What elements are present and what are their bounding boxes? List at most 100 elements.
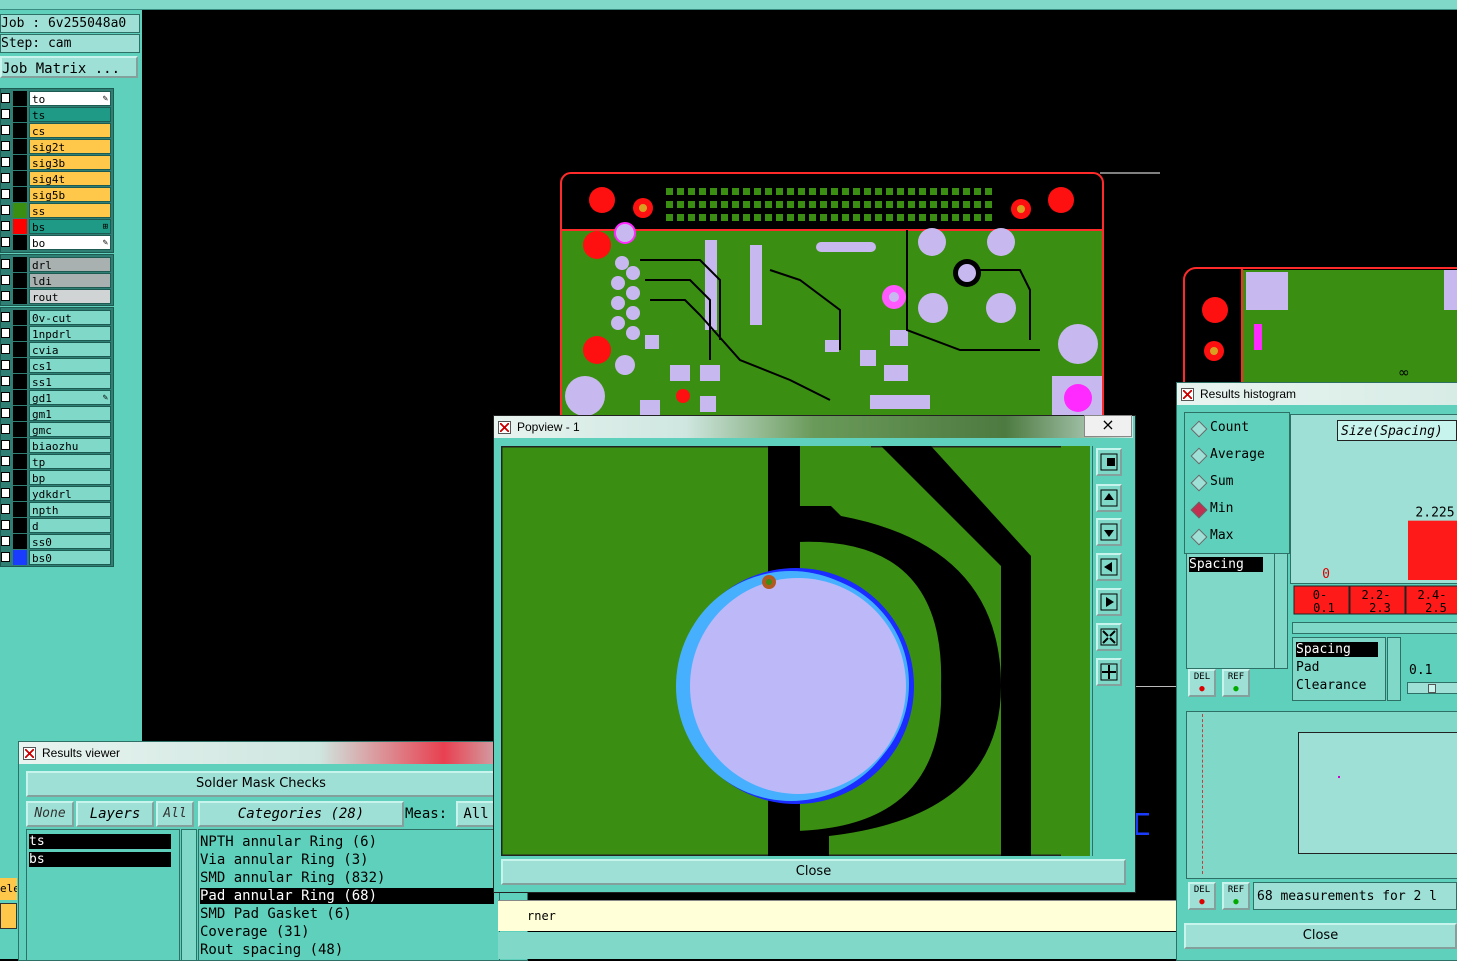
layer-row-drl[interactable]: drl — [1, 257, 113, 272]
layer-name[interactable]: ts — [29, 107, 111, 122]
layer-row-ts[interactable]: ts — [1, 107, 113, 122]
layer-color-swatch[interactable] — [13, 187, 27, 202]
layer-name[interactable]: sig3b — [29, 155, 111, 170]
layer-checkbox[interactable] — [1, 275, 10, 285]
layer-checkbox[interactable] — [1, 344, 10, 354]
layer-color-swatch[interactable] — [13, 235, 27, 250]
layer-color-swatch[interactable] — [13, 91, 27, 106]
layer-row-gm1[interactable]: gm1 — [1, 406, 113, 421]
layer-checkbox[interactable] — [1, 456, 10, 466]
type-list-item[interactable]: Spacing — [1296, 642, 1378, 657]
meas-all-button[interactable]: All — [456, 801, 496, 827]
layer-color-swatch[interactable] — [13, 155, 27, 170]
layer-row-to[interactable]: to ✎ — [1, 91, 113, 106]
layer-checkbox[interactable] — [1, 472, 10, 482]
layer-row-npth[interactable]: npth — [1, 502, 113, 517]
layer-row-ss0[interactable]: ss0 — [1, 534, 113, 549]
layer-row-cs1[interactable]: cs1 — [1, 358, 113, 373]
layers-all-button[interactable]: All — [156, 801, 194, 827]
category-list-item[interactable]: NPTH annular Ring (6) — [200, 834, 494, 850]
layer-row-sig4t[interactable]: sig4t — [1, 171, 113, 186]
category-list-item[interactable]: Via annular Ring (3) — [200, 852, 494, 868]
layer-name[interactable]: gd1 ✎ — [29, 390, 111, 405]
layer-name[interactable]: ss0 — [29, 534, 111, 549]
type-list-scrollbar[interactable] — [1387, 637, 1401, 701]
layer-color-swatch[interactable] — [13, 406, 27, 421]
layer-color-swatch[interactable] — [13, 289, 27, 304]
histogram-close-button[interactable]: Close — [1184, 923, 1457, 949]
radio-indicator[interactable] — [1190, 447, 1208, 465]
layer-name[interactable]: 0v-cut — [29, 310, 111, 325]
type-list-item[interactable]: Pad — [1296, 660, 1378, 675]
layer-row-bs0[interactable]: bs0 — [1, 550, 113, 565]
pcb-board-right[interactable]: ∞ — [1180, 262, 1457, 392]
layer-name[interactable]: biaozhu — [29, 438, 111, 453]
ref-button-2[interactable]: REF ● — [1222, 882, 1250, 910]
layer-row-d[interactable]: d — [1, 518, 113, 533]
layer-checkbox[interactable] — [1, 392, 10, 402]
layer-row-gd1[interactable]: gd1 ✎ — [1, 390, 113, 405]
ref-button[interactable]: REF ● — [1222, 669, 1250, 697]
layer-color-swatch[interactable] — [13, 273, 27, 288]
categories-button[interactable]: Categories (28) — [198, 801, 404, 827]
layer-name[interactable]: bs ⊞ — [29, 219, 111, 234]
layer-row-sig2t[interactable]: sig2t — [1, 139, 113, 154]
type-list-item[interactable]: Clearance — [1296, 678, 1378, 693]
layer-color-swatch[interactable] — [13, 374, 27, 389]
layer-color-swatch[interactable] — [13, 171, 27, 186]
layer-row-biaozhu[interactable]: biaozhu — [1, 438, 113, 453]
layer-color-swatch[interactable] — [13, 123, 27, 138]
layer-checkbox[interactable] — [1, 109, 10, 119]
layer-row-sig5b[interactable]: sig5b — [1, 187, 113, 202]
layer-name[interactable]: gmc — [29, 422, 111, 437]
category-list-item[interactable]: Rout spacing (48) — [200, 942, 494, 958]
del-button-2[interactable]: DEL ● — [1188, 882, 1216, 910]
layer-row-bp[interactable]: bp — [1, 470, 113, 485]
layers-scrollbar[interactable] — [181, 829, 197, 961]
layer-checkbox[interactable] — [1, 259, 10, 269]
layer-name[interactable]: sig4t — [29, 171, 111, 186]
layer-row-bo[interactable]: bo ✎ — [1, 235, 113, 250]
pan-down-icon[interactable] — [1096, 518, 1122, 546]
mode-radio-average[interactable]: Average — [1190, 445, 1286, 465]
layer-color-swatch[interactable] — [13, 502, 27, 517]
layer-checkbox[interactable] — [1, 552, 10, 562]
layer-name[interactable]: cvia — [29, 342, 111, 357]
layer-row-ydkdrl[interactable]: ydkdrl — [1, 486, 113, 501]
layer-checkbox[interactable] — [1, 157, 10, 167]
layer-checkbox[interactable] — [1, 504, 10, 514]
layer-checkbox[interactable] — [1, 205, 10, 215]
layer-row-ss1[interactable]: ss1 — [1, 374, 113, 389]
mode-radio-min[interactable]: Min — [1190, 499, 1286, 519]
layer-name[interactable]: bp — [29, 470, 111, 485]
category-list-item[interactable]: Pad annular Ring (68) — [200, 888, 494, 904]
pan-right-icon[interactable] — [1096, 588, 1122, 616]
layer-color-swatch[interactable] — [13, 139, 27, 154]
partial-left-button[interactable]: ele — [0, 878, 17, 900]
histogram-bars[interactable]: 00-0.12.2252.2-2.32.4192.4-2.5 — [1290, 440, 1457, 620]
popview-titlebar[interactable]: Popview - 1 — [494, 416, 1133, 438]
layer-name[interactable]: npth — [29, 502, 111, 517]
del-button[interactable]: DEL ● — [1188, 669, 1216, 697]
layer-checkbox[interactable] — [1, 173, 10, 183]
layer-checkbox[interactable] — [1, 408, 10, 418]
layer-row-cvia[interactable]: cvia — [1, 342, 113, 357]
layer-name[interactable]: cs — [29, 123, 111, 138]
layer-checkbox[interactable] — [1, 328, 10, 338]
layer-name[interactable]: ss1 — [29, 374, 111, 389]
layer-checkbox[interactable] — [1, 376, 10, 386]
layer-color-swatch[interactable] — [13, 390, 27, 405]
layer-name[interactable]: ldi — [29, 273, 111, 288]
layer-checkbox[interactable] — [1, 360, 10, 370]
layer-color-swatch[interactable] — [13, 257, 27, 272]
layer-list-item[interactable]: ts — [29, 834, 171, 849]
mode-radio-max[interactable]: Max — [1190, 526, 1286, 546]
layer-color-swatch[interactable] — [13, 358, 27, 373]
layer-color-swatch[interactable] — [13, 422, 27, 437]
measure-list-item[interactable]: Spacing — [1189, 557, 1263, 572]
layer-color-swatch[interactable] — [13, 470, 27, 485]
solder-mask-checks-header[interactable]: Solder Mask Checks — [26, 771, 496, 797]
layer-checkbox[interactable] — [1, 488, 10, 498]
layer-row-1npdrl[interactable]: 1npdrl — [1, 326, 113, 341]
layer-row-rout[interactable]: rout — [1, 289, 113, 304]
